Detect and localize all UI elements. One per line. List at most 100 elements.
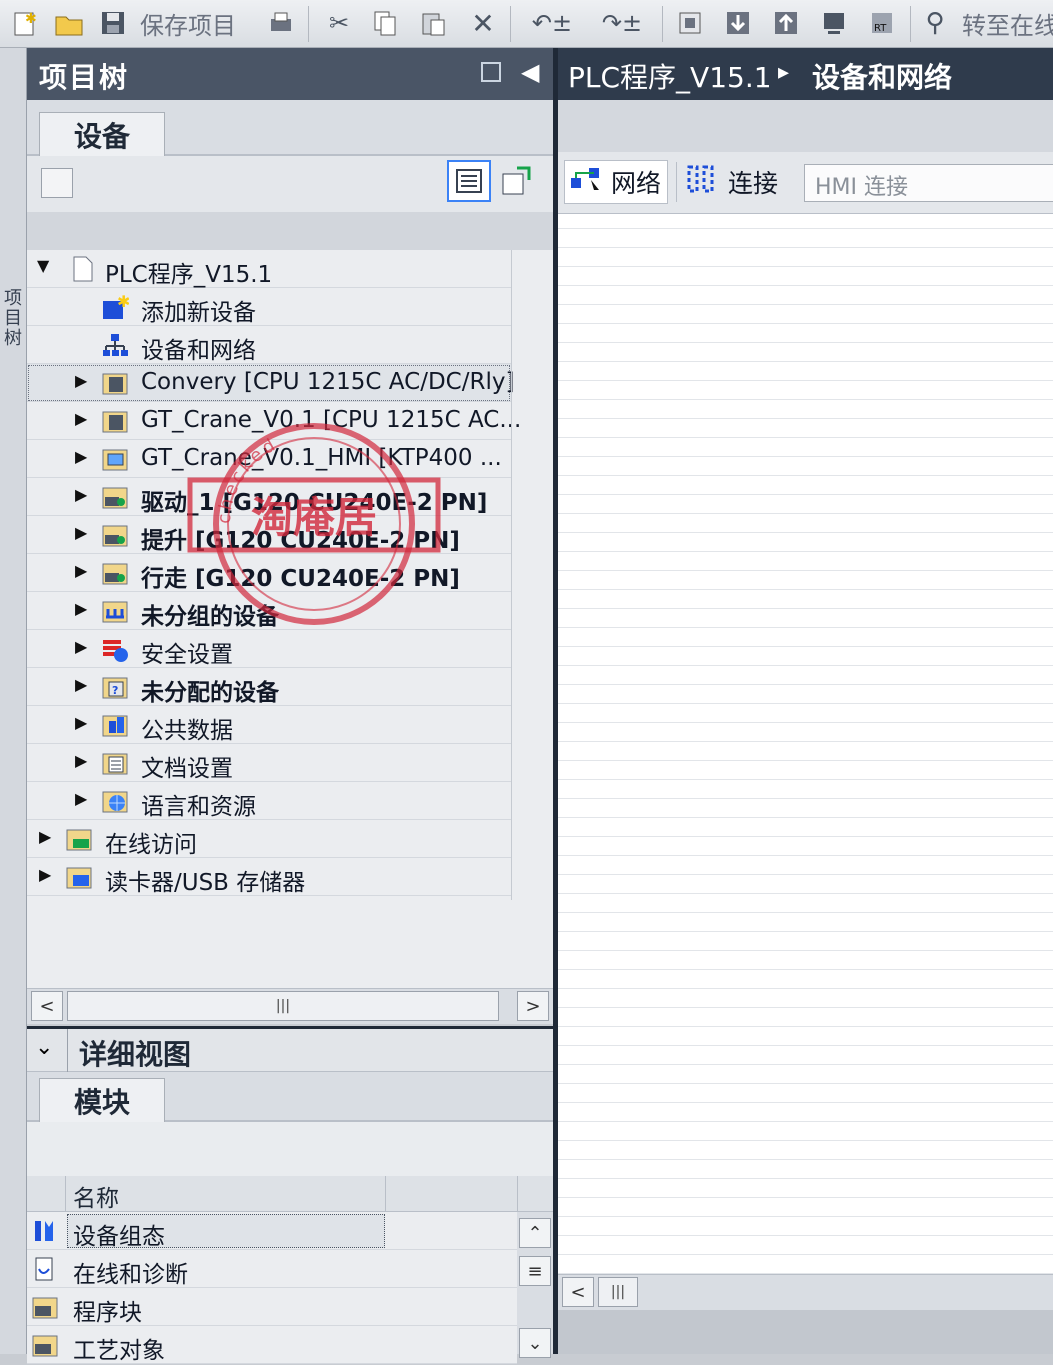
scroll-left-icon[interactable]: < <box>562 1277 594 1307</box>
details-row-program-blocks[interactable]: 程序块 <box>27 1288 517 1326</box>
collapsed-side-strip[interactable]: 项目树 <box>0 48 27 1354</box>
save-icon[interactable] <box>96 4 130 42</box>
redo-icon[interactable]: ↷± <box>590 4 654 42</box>
expand-arrow-icon[interactable]: ▶ <box>75 447 87 466</box>
new-project-icon[interactable]: ✱ <box>8 4 42 42</box>
tree-item-label: 未分组的设备 <box>141 604 279 630</box>
tree-item-ungrouped-devices[interactable]: ▶ 未分组的设备 <box>27 592 511 630</box>
tree-item-drive-travel[interactable]: ▶ 行走 [G120 CU240E-2 PN] <box>27 554 511 592</box>
details-view-header[interactable]: ⌄ 详细视图 <box>27 1026 553 1072</box>
network-label: 网络 <box>611 169 662 198</box>
undo-icon[interactable]: ↶± <box>520 4 584 42</box>
tree-item-label: Convery [CPU 1215C AC/DC/Rly] <box>141 369 515 395</box>
overview-icon[interactable] <box>447 160 491 202</box>
tree-item-device-gt-crane[interactable]: ▶ GT_Crane_V0.1 [CPU 1215C AC... <box>27 402 521 440</box>
tree-item-unassigned-devices[interactable]: ▶ ? 未分配的设备 <box>27 668 511 706</box>
save-project-button[interactable]: 保存项目 <box>140 6 236 41</box>
open-project-icon[interactable] <box>52 4 86 42</box>
simulate-icon[interactable] <box>816 4 852 42</box>
canvas-grid-line <box>558 988 1053 989</box>
scroll-thumb[interactable]: ||| <box>67 991 499 1021</box>
download-icon[interactable] <box>720 4 756 42</box>
tree-item-card-reader[interactable]: ▶ 读卡器/USB 存储器 <box>27 858 511 896</box>
upload-icon[interactable] <box>768 4 804 42</box>
tree-item-device-hmi[interactable]: ▶ GT_Crane_V0.1_HMI [KTP400 ... <box>27 440 511 478</box>
tree-item-label: 添加新设备 <box>141 300 256 326</box>
canvas-grid-line <box>558 285 1053 286</box>
delete-icon[interactable]: ✕ <box>466 4 500 42</box>
network-button[interactable]: 网络 <box>564 160 668 204</box>
copy-icon[interactable] <box>368 4 402 42</box>
canvas-grid-line <box>558 1178 1053 1179</box>
go-online-icon[interactable]: ⚲ <box>918 4 952 42</box>
tree-item-device-convery[interactable]: ▶ Convery [CPU 1215C AC/DC/Rly] <box>27 364 515 402</box>
project-tree-header: 项目树 ◀ <box>27 48 553 100</box>
tree-item-project[interactable]: ▼ PLC程序_V15.1 <box>27 250 511 288</box>
tab-devices[interactable]: 设备 <box>39 112 165 156</box>
details-row-device-config[interactable]: 设备组态 <box>27 1212 517 1250</box>
expand-arrow-icon[interactable]: ▶ <box>75 789 87 808</box>
expand-arrow-icon[interactable]: ▶ <box>39 827 51 846</box>
tree-item-document-settings[interactable]: ▶ 文档设置 <box>27 744 511 782</box>
canvas-grid-line <box>558 380 1053 381</box>
expand-arrow-icon[interactable]: ▶ <box>75 485 87 504</box>
scroll-left-icon[interactable]: < <box>31 991 63 1021</box>
details-row-technology-objects[interactable]: 工艺对象 <box>27 1326 517 1364</box>
canvas-horizontal-scrollbar[interactable]: < ||| <box>558 1274 1053 1310</box>
pin-panel-icon[interactable] <box>481 62 501 82</box>
column-name-header[interactable]: 名称 <box>73 1179 119 1213</box>
breadcrumb-page: 设备和网络 <box>812 61 953 94</box>
chevron-down-icon[interactable]: ⌄ <box>35 1035 53 1060</box>
expand-arrow-icon[interactable]: ▶ <box>39 865 51 884</box>
tree-item-online-access[interactable]: ▶ 在线访问 <box>27 820 511 858</box>
cut-icon[interactable]: ✂ <box>322 4 356 42</box>
canvas-grid-line <box>558 551 1053 552</box>
scroll-thumb[interactable]: ≡ <box>519 1256 551 1286</box>
details-vertical-scrollbar[interactable]: ⌃ ≡ ⌄ <box>517 1212 553 1358</box>
expand-arrow-icon[interactable]: ▶ <box>75 371 87 390</box>
expand-arrow-icon[interactable]: ▶ <box>75 675 87 694</box>
tree-options-icon[interactable] <box>41 168 73 198</box>
expand-arrow-icon[interactable]: ▶ <box>75 713 87 732</box>
unassigned-devices-icon: ? <box>101 673 129 699</box>
tree-item-languages-resources[interactable]: ▶ 语言和资源 <box>27 782 511 820</box>
canvas-grid-line <box>558 741 1053 742</box>
tree-item-security-settings[interactable]: ▶ 安全设置 <box>27 630 511 668</box>
network-view-canvas[interactable] <box>558 214 1053 1274</box>
expand-arrow-icon[interactable]: ▶ <box>75 523 87 542</box>
connections-button[interactable]: 连接 <box>686 160 796 204</box>
scroll-up-icon[interactable]: ⌃ <box>519 1218 551 1248</box>
tab-modules[interactable]: 模块 <box>39 1078 165 1122</box>
runtime-icon[interactable]: RT <box>864 4 900 42</box>
expand-arrow-icon[interactable]: ▶ <box>75 599 87 618</box>
network-icon <box>101 331 129 357</box>
tree-item-drive-hoist[interactable]: ▶ 提升 [G120 CU240E-2 PN] <box>27 516 511 554</box>
scroll-right-icon[interactable]: > <box>517 991 549 1021</box>
scroll-thumb[interactable]: ||| <box>598 1277 638 1307</box>
expand-arrow-icon[interactable]: ▶ <box>75 561 87 580</box>
expand-arrow-icon[interactable]: ▶ <box>75 637 87 656</box>
details-spacer <box>27 1122 553 1176</box>
collapse-left-icon[interactable]: ◀ <box>521 58 539 86</box>
hmi-icon <box>101 445 129 471</box>
tree-item-add-device[interactable]: ✱ 添加新设备 <box>27 288 511 326</box>
go-online-button[interactable]: 转至在线 <box>962 6 1053 41</box>
canvas-grid-line <box>558 874 1053 875</box>
compile-icon[interactable] <box>672 4 708 42</box>
project-icon <box>69 255 97 282</box>
tree-item-drive-1[interactable]: ▶ 驱动_1 [G120 CU240E-2 PN] <box>27 478 511 516</box>
canvas-grid-line <box>558 266 1053 267</box>
details-row-online-diagnostics[interactable]: 在线和诊断 <box>27 1250 517 1288</box>
expand-arrow-icon[interactable]: ▶ <box>75 751 87 770</box>
collapse-arrow-icon[interactable]: ▼ <box>37 256 49 275</box>
expand-arrow-icon[interactable]: ▶ <box>75 409 87 428</box>
tree-item-devices-networks[interactable]: 设备和网络 <box>27 326 511 364</box>
breadcrumb-project[interactable]: PLC程序_V15.1 <box>568 56 772 96</box>
tree-item-common-data[interactable]: ▶ 公共数据 <box>27 706 511 744</box>
print-icon[interactable] <box>264 4 298 42</box>
paste-icon[interactable] <box>416 4 450 42</box>
tree-horizontal-scrollbar[interactable]: < ||| > <box>27 988 553 1024</box>
connection-type-select[interactable]: HMI 连接 <box>804 164 1053 202</box>
ungrouped-devices-icon <box>101 597 129 623</box>
show-in-overview-icon[interactable] <box>499 164 535 200</box>
